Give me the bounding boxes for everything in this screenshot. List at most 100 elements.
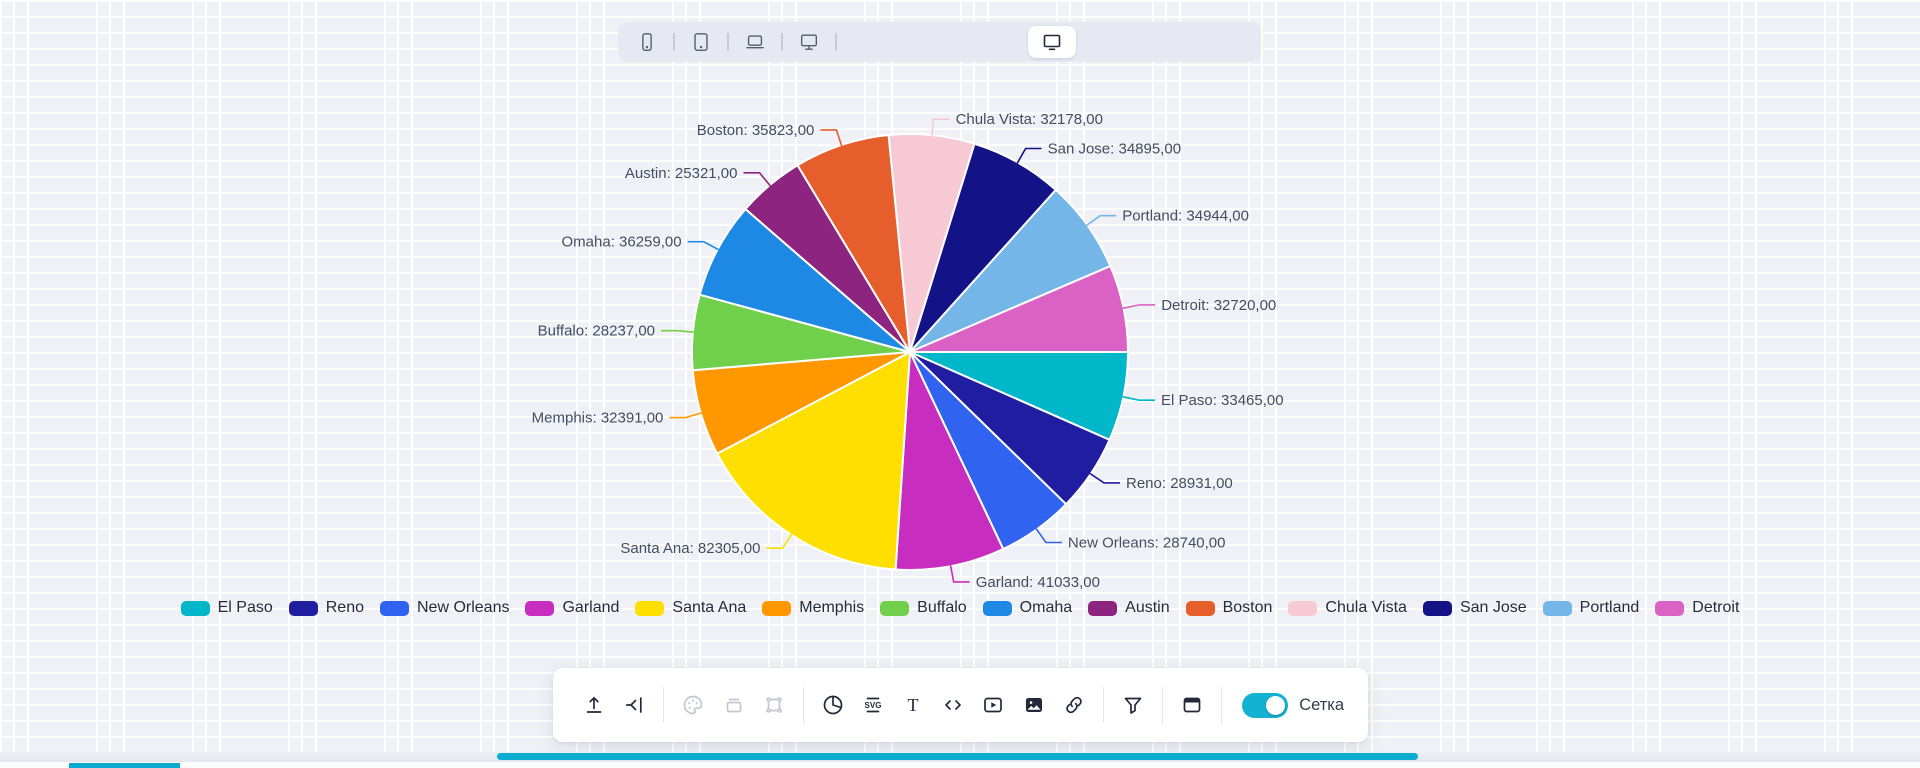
legend-swatch xyxy=(1542,600,1572,616)
legend-label: New Orleans xyxy=(416,599,510,616)
pie-label-line xyxy=(1122,304,1156,310)
legend-item-chula-vista[interactable]: Chula Vista xyxy=(1288,599,1407,617)
legend-swatch xyxy=(1422,600,1452,616)
legend-item-boston[interactable]: Boston xyxy=(1185,599,1272,617)
device-desktop-button[interactable] xyxy=(796,29,822,55)
video-icon xyxy=(984,697,1003,713)
legend-item-portland[interactable]: Portland xyxy=(1542,599,1639,617)
pie-label-line xyxy=(743,172,772,187)
legend-item-santa-ana[interactable]: Santa Ana xyxy=(635,599,746,617)
pie-label: Buffalo: 28237,00 xyxy=(538,323,655,340)
pie-chart-button[interactable] xyxy=(816,683,850,727)
collapse-left-button[interactable] xyxy=(617,683,651,727)
legend-swatch xyxy=(288,600,318,616)
legend-swatch xyxy=(1185,600,1215,616)
pie-label-line xyxy=(820,129,843,147)
device-desktop-active-button[interactable] xyxy=(1028,26,1076,58)
pie-chart: El Paso: 33465,00 Reno: 28931,00 New Orlea… xyxy=(532,111,1284,591)
legend-item-san-jose[interactable]: San Jose xyxy=(1422,599,1527,617)
legend-label: Chula Vista xyxy=(1325,599,1407,616)
legend-swatch xyxy=(982,600,1012,616)
pie-label-line xyxy=(766,533,793,550)
legend-item-omaha[interactable]: Omaha xyxy=(982,599,1072,617)
device-smartphone-button[interactable] xyxy=(634,29,660,55)
legend-item-memphis[interactable]: Memphis xyxy=(762,599,864,617)
pie-label-line xyxy=(661,329,694,333)
window-button[interactable] xyxy=(1175,683,1209,727)
legend-swatch xyxy=(1088,600,1118,616)
link-icon xyxy=(1066,696,1082,714)
code-icon xyxy=(945,700,962,710)
legend-label: Garland xyxy=(562,599,620,616)
pie-label: Portland: 34944,00 xyxy=(1122,208,1249,225)
bottom-strip xyxy=(0,762,1920,768)
svg-text:T: T xyxy=(908,695,919,715)
pie-label-line xyxy=(1089,472,1120,484)
pie-label: Chula Vista: 32178,00 xyxy=(956,111,1103,128)
legend-label: Reno xyxy=(325,599,364,616)
laptop-icon xyxy=(746,35,764,49)
transform-button[interactable] xyxy=(757,683,791,727)
separator xyxy=(1221,687,1223,723)
pie-label-line xyxy=(1016,147,1042,164)
separator xyxy=(673,33,675,51)
pie-label: Reno: 28931,00 xyxy=(1126,475,1233,492)
pie-label-line xyxy=(931,118,950,137)
legend-label: San Jose xyxy=(1459,599,1527,616)
filter-button[interactable] xyxy=(1116,683,1150,727)
text-icon: T xyxy=(908,695,919,715)
pie-label: Garland: 41033,00 xyxy=(976,574,1100,591)
pie-label-line xyxy=(1035,528,1062,544)
legend-item-reno[interactable]: Reno xyxy=(288,599,364,617)
legend-item-detroit[interactable]: Detroit xyxy=(1655,599,1739,617)
pie-chart-icon xyxy=(823,695,843,715)
svg-text:SVG: SVG xyxy=(865,701,882,710)
upload-button[interactable] xyxy=(577,683,611,727)
device-toolbar xyxy=(618,22,1261,62)
link-button[interactable] xyxy=(1057,683,1091,727)
legend-item-new-orleans[interactable]: New Orleans xyxy=(379,599,510,617)
separator xyxy=(781,33,783,51)
archive-icon xyxy=(726,698,741,713)
legend-swatch xyxy=(379,600,409,616)
legend-swatch xyxy=(635,600,665,616)
palette-button[interactable] xyxy=(676,683,710,727)
pie-label: Austin: 25321,00 xyxy=(625,165,738,182)
grid-toggle[interactable] xyxy=(1242,692,1289,718)
text-button[interactable]: T xyxy=(896,683,930,727)
palette-icon xyxy=(684,695,703,715)
code-button[interactable] xyxy=(936,683,970,727)
legend-item-el-paso[interactable]: El Paso xyxy=(180,599,273,617)
pie-label-line xyxy=(1122,395,1155,402)
separator xyxy=(727,33,729,51)
device-tablet-button[interactable] xyxy=(688,29,714,55)
bottom-left-accent-bar xyxy=(69,763,180,768)
pie-label: Memphis: 32391,00 xyxy=(532,410,664,427)
grid-toggle-label: Сетка xyxy=(1299,695,1345,714)
pie-label-line xyxy=(687,240,719,251)
collapse-left-icon xyxy=(626,697,642,713)
legend-label: El Paso xyxy=(217,599,273,616)
svg-button[interactable]: SVG xyxy=(856,683,890,727)
legend-label: Memphis xyxy=(799,599,865,616)
legend-item-austin[interactable]: Austin xyxy=(1088,599,1170,617)
pie-label-line xyxy=(669,412,702,419)
video-button[interactable] xyxy=(976,683,1010,727)
grid-toggle-group: Сетка xyxy=(1242,692,1345,718)
tablet-icon xyxy=(694,33,708,51)
pie-label: Boston: 35823,00 xyxy=(697,122,815,139)
legend-item-garland[interactable]: Garland xyxy=(525,599,619,617)
legend-label: Buffalo xyxy=(917,599,967,616)
legend-item-buffalo[interactable]: Buffalo xyxy=(880,599,967,617)
device-laptop-button[interactable] xyxy=(742,29,768,55)
svg-icon: SVG xyxy=(865,697,882,713)
smartphone-icon xyxy=(642,33,652,51)
legend-swatch xyxy=(880,600,910,616)
horizontal-scrollbar-thumb[interactable] xyxy=(497,753,1418,760)
legend-label: Detroit xyxy=(1692,599,1740,616)
image-button[interactable] xyxy=(1017,683,1051,727)
archive-button[interactable] xyxy=(716,683,750,727)
pie-label: Detroit: 32720,00 xyxy=(1161,297,1276,314)
legend-swatch xyxy=(180,600,210,616)
chart-legend: El Paso Reno New Orleans Garland Santa Ana Me… xyxy=(0,599,1920,617)
